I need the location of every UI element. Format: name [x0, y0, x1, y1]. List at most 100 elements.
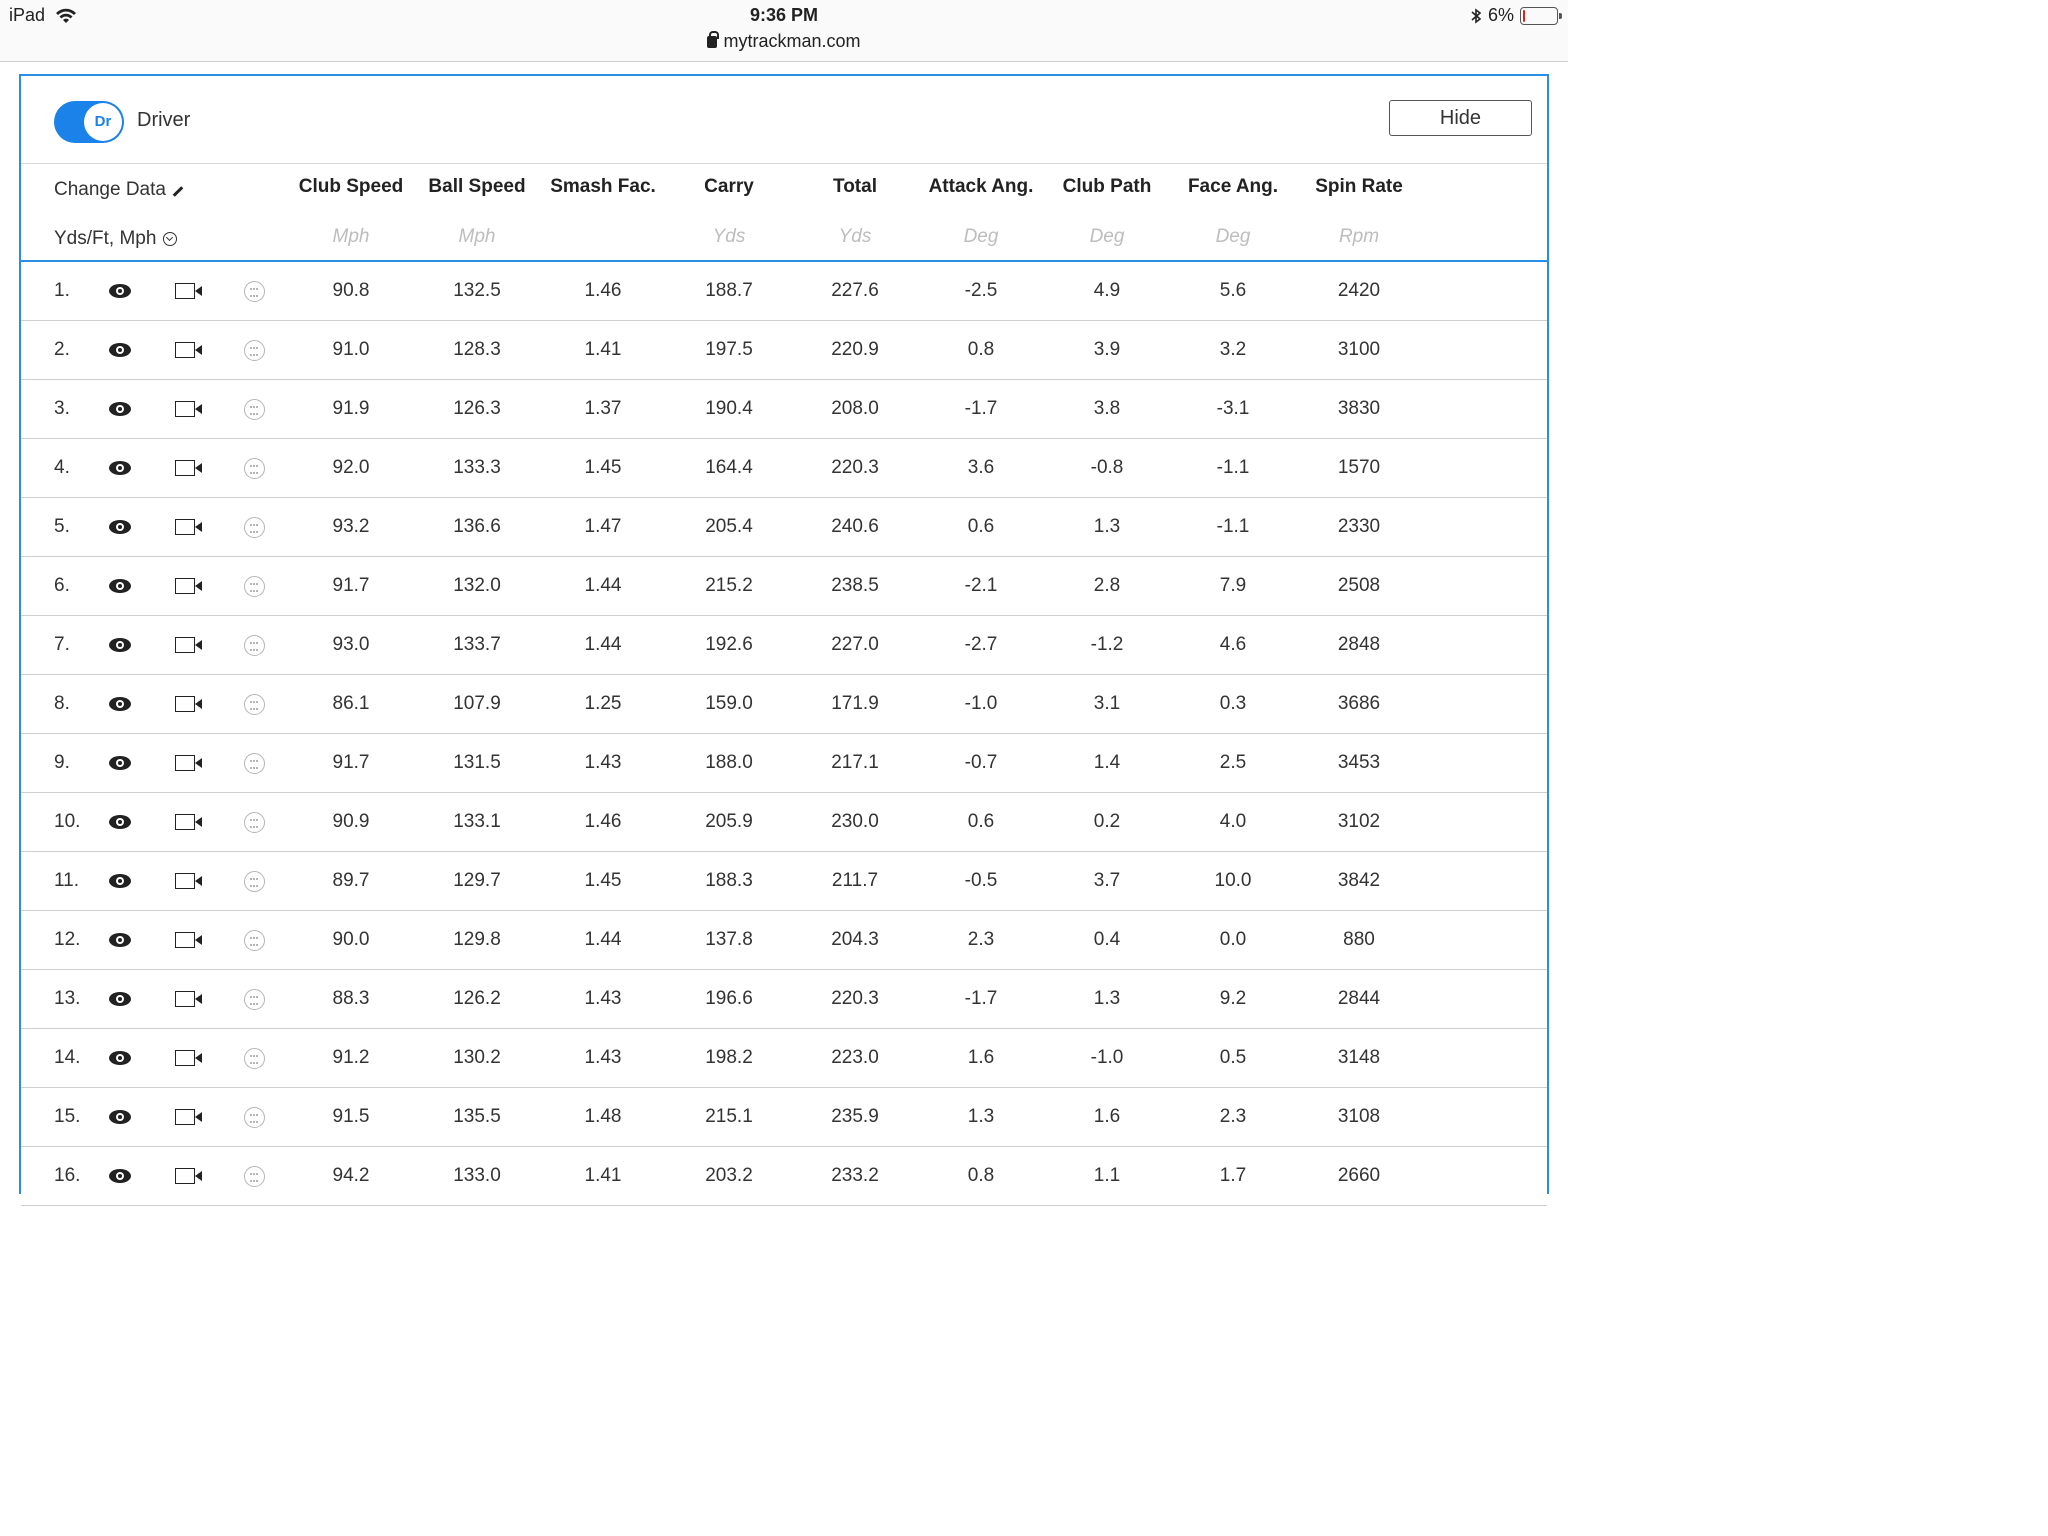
table-row[interactable]: 1. 90.8 132.5 1.46 188.7 227.6 -2.5 4.9 5.6 2420 — [21, 262, 1547, 321]
golf-ball-icon[interactable] — [244, 930, 265, 951]
column-header[interactable]: Smash Fac. — [540, 177, 666, 226]
table-row[interactable]: 13. 88.3 126.2 1.43 196.6 220.3 -1.7 1.3 9.2 2844 — [21, 970, 1547, 1029]
cell-value: 198.2 — [705, 1047, 753, 1068]
eye-icon[interactable] — [109, 343, 131, 357]
table-row[interactable]: 3. 91.9 126.3 1.37 190.4 208.0 -1.7 3.8 -3.1 3830 — [21, 380, 1547, 439]
table-row[interactable]: 11. 89.7 129.7 1.45 188.3 211.7 -0.5 3.7 10.0 384… — [21, 852, 1547, 911]
video-icon[interactable] — [175, 755, 202, 771]
golf-ball-icon[interactable] — [244, 989, 265, 1010]
table-row[interactable]: 9. 91.7 131.5 1.43 188.0 217.1 -0.7 1.4 2.5 3453 — [21, 734, 1547, 793]
column-header[interactable]: Carry Yds — [666, 177, 792, 248]
cell-value: 133.1 — [453, 811, 501, 832]
hide-button[interactable]: Hide — [1389, 100, 1532, 136]
golf-ball-icon[interactable] — [244, 458, 265, 479]
golf-ball-icon[interactable] — [244, 635, 265, 656]
golf-ball-icon[interactable] — [244, 281, 265, 302]
column-header[interactable]: Club Path Deg — [1044, 177, 1170, 248]
cell-value: 2848 — [1337, 634, 1381, 655]
column-unit: Deg — [1215, 226, 1251, 247]
video-icon[interactable] — [175, 696, 202, 712]
table-row[interactable]: 2. 91.0 128.3 1.41 197.5 220.9 0.8 3.9 3.2 3100 — [21, 321, 1547, 380]
table-row[interactable]: 7. 93.0 133.7 1.44 192.6 227.0 -2.7 -1.2 4.6 2848 — [21, 616, 1547, 675]
golf-ball-icon[interactable] — [244, 753, 265, 774]
video-icon[interactable] — [175, 873, 202, 889]
eye-icon[interactable] — [109, 992, 131, 1006]
golf-ball-icon[interactable] — [244, 1166, 265, 1187]
table-row[interactable]: 6. 91.7 132.0 1.44 215.2 238.5 -2.1 2.8 7.9 2508 — [21, 557, 1547, 616]
eye-icon[interactable] — [109, 1169, 131, 1183]
golf-ball-icon[interactable] — [244, 399, 265, 420]
table-row[interactable]: 15. 91.5 135.5 1.48 215.1 235.9 1.3 1.6 2.3 3108 — [21, 1088, 1547, 1147]
cell-value: 133.7 — [453, 634, 501, 655]
column-header[interactable]: Club Speed Mph — [288, 177, 414, 248]
address-bar[interactable]: mytrackman.com — [0, 31, 1568, 52]
cell-value: 0.2 — [1093, 811, 1121, 832]
eye-icon[interactable] — [109, 1110, 131, 1124]
golf-ball-icon[interactable] — [244, 340, 265, 361]
cell-value: 220.9 — [831, 339, 879, 360]
golf-ball-icon[interactable] — [244, 517, 265, 538]
table-row[interactable]: 5. 93.2 136.6 1.47 205.4 240.6 0.6 1.3 -1.1 2330 — [21, 498, 1547, 557]
eye-icon[interactable] — [109, 1051, 131, 1065]
video-icon[interactable] — [175, 460, 202, 476]
video-icon[interactable] — [175, 519, 202, 535]
column-header[interactable]: Face Ang. Deg — [1170, 177, 1296, 248]
column-unit: Deg — [963, 226, 999, 247]
eye-icon[interactable] — [109, 756, 131, 770]
golf-ball-icon[interactable] — [244, 576, 265, 597]
table-row[interactable]: 14. 91.2 130.2 1.43 198.2 223.0 1.6 -1.0 0.5 3148 — [21, 1029, 1547, 1088]
video-icon[interactable] — [175, 1168, 202, 1184]
eye-icon[interactable] — [109, 815, 131, 829]
eye-icon[interactable] — [109, 461, 131, 475]
cell-value: 205.9 — [705, 811, 753, 832]
table-row[interactable]: 10. 90.9 133.1 1.46 205.9 230.0 0.6 0.2 4.0 3102 — [21, 793, 1547, 852]
golf-ball-icon[interactable] — [244, 694, 265, 715]
cell-value: 132.0 — [453, 575, 501, 596]
golf-ball-icon[interactable] — [244, 871, 265, 892]
cell-value: 1.44 — [584, 929, 622, 950]
table-row[interactable]: 8. 86.1 107.9 1.25 159.0 171.9 -1.0 3.1 0.3 3686 — [21, 675, 1547, 734]
cell-value: 215.1 — [705, 1106, 753, 1127]
golf-ball-icon[interactable] — [244, 812, 265, 833]
eye-icon[interactable] — [109, 933, 131, 947]
cell-value: 10.0 — [1214, 870, 1252, 891]
column-header[interactable]: Spin Rate Rpm — [1296, 177, 1422, 248]
column-header[interactable]: Ball Speed Mph — [414, 177, 540, 248]
cell-value: 880 — [1343, 929, 1375, 950]
eye-icon[interactable] — [109, 697, 131, 711]
video-icon[interactable] — [175, 401, 202, 417]
cell-value: -0.8 — [1090, 457, 1124, 478]
cell-value: 0.6 — [967, 516, 995, 537]
units-dropdown[interactable]: Yds/Ft, Mph — [54, 228, 178, 250]
eye-icon[interactable] — [109, 520, 131, 534]
video-icon[interactable] — [175, 814, 202, 830]
cell-value: -1.2 — [1090, 634, 1124, 655]
cell-value: 1.1 — [1093, 1165, 1121, 1186]
eye-icon[interactable] — [109, 579, 131, 593]
video-icon[interactable] — [175, 932, 202, 948]
club-toggle[interactable]: Dr — [54, 101, 124, 143]
video-icon[interactable] — [175, 342, 202, 358]
eye-icon[interactable] — [109, 402, 131, 416]
column-header[interactable]: Total Yds — [792, 177, 918, 248]
cell-value: 130.2 — [453, 1047, 501, 1068]
table-row[interactable]: 16. 94.2 133.0 1.41 203.2 233.2 0.8 1.1 1.7 2660 — [21, 1147, 1547, 1206]
change-data-button[interactable]: Change Data — [54, 179, 184, 201]
pencil-icon — [172, 185, 184, 197]
column-label: Attack Ang. — [928, 176, 1034, 197]
video-icon[interactable] — [175, 1050, 202, 1066]
video-icon[interactable] — [175, 637, 202, 653]
battery-icon — [1520, 6, 1562, 25]
golf-ball-icon[interactable] — [244, 1107, 265, 1128]
golf-ball-icon[interactable] — [244, 1048, 265, 1069]
eye-icon[interactable] — [109, 284, 131, 298]
video-icon[interactable] — [175, 991, 202, 1007]
table-row[interactable]: 4. 92.0 133.3 1.45 164.4 220.3 3.6 -0.8 -1.1 1570 — [21, 439, 1547, 498]
video-icon[interactable] — [175, 1109, 202, 1125]
video-icon[interactable] — [175, 578, 202, 594]
column-header[interactable]: Attack Ang. Deg — [918, 177, 1044, 248]
table-row[interactable]: 12. 90.0 129.8 1.44 137.8 204.3 2.3 0.4 0.0 880 — [21, 911, 1547, 970]
video-icon[interactable] — [175, 283, 202, 299]
eye-icon[interactable] — [109, 874, 131, 888]
eye-icon[interactable] — [109, 638, 131, 652]
